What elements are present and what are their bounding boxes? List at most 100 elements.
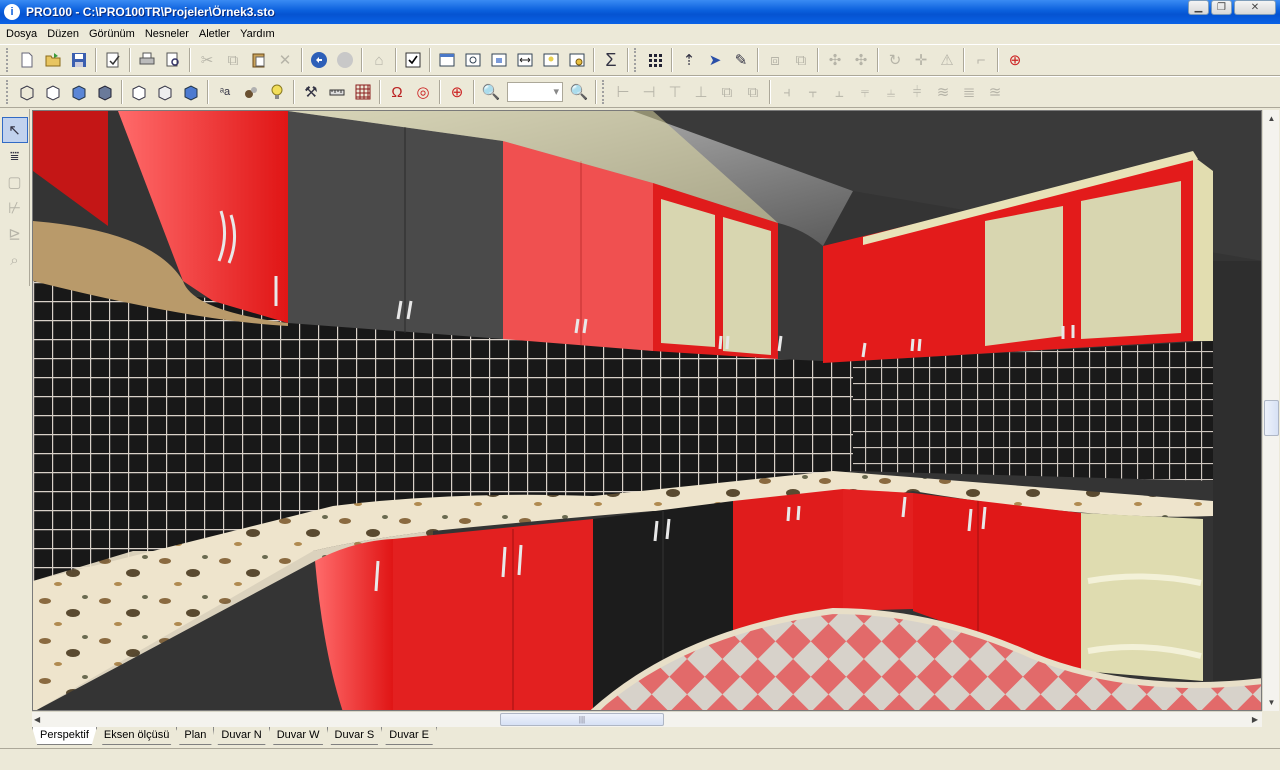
scroll-up-icon[interactable]: ▲ xyxy=(1263,110,1280,127)
dimension-icon[interactable]: ⊬ xyxy=(2,195,28,221)
save-icon[interactable] xyxy=(66,47,92,73)
refresh-icon[interactable]: ↻ xyxy=(882,47,908,73)
cut-icon[interactable]: ✂ xyxy=(194,47,220,73)
close-button[interactable]: ✕ xyxy=(1234,0,1276,15)
box-solid-icon[interactable] xyxy=(178,79,204,105)
pointer-icon[interactable]: ➤ xyxy=(702,47,728,73)
new-file-icon[interactable] xyxy=(14,47,40,73)
select-icon[interactable] xyxy=(486,47,512,73)
distribute-left-icon[interactable]: ⫞ xyxy=(774,79,800,105)
box-tool-icon[interactable]: ▢ xyxy=(2,169,28,195)
check-icon[interactable] xyxy=(400,47,426,73)
pen-icon[interactable]: ✎ xyxy=(728,47,754,73)
horizontal-scrollbar[interactable]: ◀ ||| ▶ xyxy=(32,711,1262,727)
scroll-right-icon[interactable]: ▶ xyxy=(1252,712,1258,728)
distribute-top-icon[interactable]: ⫧ xyxy=(852,79,878,105)
edit-icon[interactable]: ⊵ xyxy=(2,221,28,247)
paste-icon[interactable] xyxy=(246,47,272,73)
horizontal-scroll-thumb[interactable]: ||| xyxy=(500,713,664,726)
menu-duzen[interactable]: Düzen xyxy=(43,28,85,40)
distribute-middle-icon[interactable]: ⫨ xyxy=(878,79,904,105)
sum-icon[interactable]: Σ xyxy=(598,47,624,73)
menu-yardim[interactable]: Yardım xyxy=(236,28,281,40)
materials-icon[interactable] xyxy=(238,79,264,105)
align-left-icon[interactable]: ⊢ xyxy=(610,79,636,105)
library-icon[interactable]: ⌂ xyxy=(366,47,392,73)
tab-plan[interactable]: Plan xyxy=(176,727,215,745)
view-list-icon[interactable] xyxy=(434,47,460,73)
scroll-down-icon[interactable]: ▼ xyxy=(1263,694,1280,711)
move-up-icon[interactable]: ⇡ xyxy=(676,47,702,73)
magnet-icon[interactable]: Ω xyxy=(384,79,410,105)
stack2-icon[interactable]: ⧉ xyxy=(740,79,766,105)
tab-duvar-w[interactable]: Duvar W xyxy=(268,727,328,745)
vertical-scroll-thumb[interactable] xyxy=(1264,400,1279,436)
grid-icon[interactable] xyxy=(350,79,376,105)
warning-icon[interactable]: ⚠ xyxy=(934,47,960,73)
menu-nesneler[interactable]: Nesneler xyxy=(141,28,195,40)
zoom-icon[interactable]: ⌕ xyxy=(2,247,28,273)
vertical-scrollbar[interactable]: ▲ ▼ xyxy=(1262,110,1279,711)
toolbar-grip[interactable] xyxy=(602,80,606,104)
toolbar-grip[interactable] xyxy=(6,80,10,104)
shaded-view-icon[interactable] xyxy=(66,79,92,105)
stack-icon[interactable]: ⧉ xyxy=(714,79,740,105)
tab-duvar-s[interactable]: Duvar S xyxy=(326,727,383,745)
light-bulb-icon[interactable] xyxy=(264,79,290,105)
tab-eksen-olcusu[interactable]: Eksen ölçüsü xyxy=(95,727,178,745)
properties-icon[interactable] xyxy=(100,47,126,73)
delete-icon[interactable]: ✕ xyxy=(272,47,298,73)
hidden-line-view-icon[interactable] xyxy=(40,79,66,105)
tab-perspektif[interactable]: Perspektif xyxy=(32,727,97,745)
open-folder-icon[interactable] xyxy=(40,47,66,73)
move-icon[interactable]: ✛ xyxy=(908,47,934,73)
arrow-select-icon[interactable]: ↖ xyxy=(1,117,28,143)
minimize-button[interactable]: ▁ xyxy=(1188,0,1209,15)
snap-icon[interactable]: ◎ xyxy=(410,79,436,105)
print-icon[interactable] xyxy=(134,47,160,73)
flip-icon[interactable]: ✣ xyxy=(848,47,874,73)
undo-icon[interactable] xyxy=(306,47,332,73)
zoom-select[interactable] xyxy=(507,82,563,102)
scroll-left-icon[interactable]: ◀ xyxy=(34,712,40,728)
restore-button[interactable]: ❐ xyxy=(1211,0,1232,15)
render-icon[interactable] xyxy=(564,47,590,73)
menu-dosya[interactable]: Dosya xyxy=(2,28,43,40)
equal-size-icon[interactable]: ≊ xyxy=(982,79,1008,105)
equal-width-icon[interactable]: ≋ xyxy=(930,79,956,105)
distribute-bottom-icon[interactable]: ⫩ xyxy=(904,79,930,105)
distribute-right-icon[interactable]: ⫠ xyxy=(826,79,852,105)
print-preview-icon[interactable] xyxy=(160,47,186,73)
grid-dots-icon[interactable] xyxy=(642,47,668,73)
zoom-out-icon[interactable]: 🔍 xyxy=(478,79,504,105)
menu-aletler[interactable]: Aletler xyxy=(195,28,236,40)
group-icon[interactable]: ⧈ xyxy=(762,47,788,73)
align-top-icon[interactable]: ⊤ xyxy=(662,79,688,105)
toolbar-grip[interactable] xyxy=(634,48,638,72)
wireframe-view-icon[interactable] xyxy=(14,79,40,105)
align-bottom-icon[interactable]: ⊥ xyxy=(688,79,714,105)
rotate-icon[interactable]: ✣ xyxy=(822,47,848,73)
toolbar-grip[interactable] xyxy=(6,48,10,72)
tab-duvar-n[interactable]: Duvar N xyxy=(213,727,270,745)
copy-icon[interactable]: ⧉ xyxy=(220,47,246,73)
align-center-icon[interactable]: ⊣ xyxy=(636,79,662,105)
text-style-icon[interactable]: ᵃa xyxy=(212,79,238,105)
tab-duvar-e[interactable]: Duvar E xyxy=(381,727,438,745)
distribute-center-icon[interactable]: ⫟ xyxy=(800,79,826,105)
box-front-icon[interactable] xyxy=(126,79,152,105)
menu-gorunum[interactable]: Görünüm xyxy=(85,28,141,40)
box-side-icon[interactable] xyxy=(152,79,178,105)
ungroup-icon[interactable]: ⧉ xyxy=(788,47,814,73)
target-icon[interactable]: ⊕ xyxy=(1002,47,1028,73)
zoom-in-icon[interactable]: 🔍 xyxy=(566,79,592,105)
redo-icon[interactable] xyxy=(332,47,358,73)
wall-tool-icon[interactable]: ⩸ xyxy=(2,143,28,169)
equal-height-icon[interactable]: ≣ xyxy=(956,79,982,105)
walls-icon[interactable]: ⚒ xyxy=(298,79,324,105)
zoom-window-icon[interactable] xyxy=(460,47,486,73)
ruler-icon[interactable] xyxy=(324,79,350,105)
notes-icon[interactable] xyxy=(538,47,564,73)
textured-view-icon[interactable] xyxy=(92,79,118,105)
door-icon[interactable]: ⌐ xyxy=(968,47,994,73)
